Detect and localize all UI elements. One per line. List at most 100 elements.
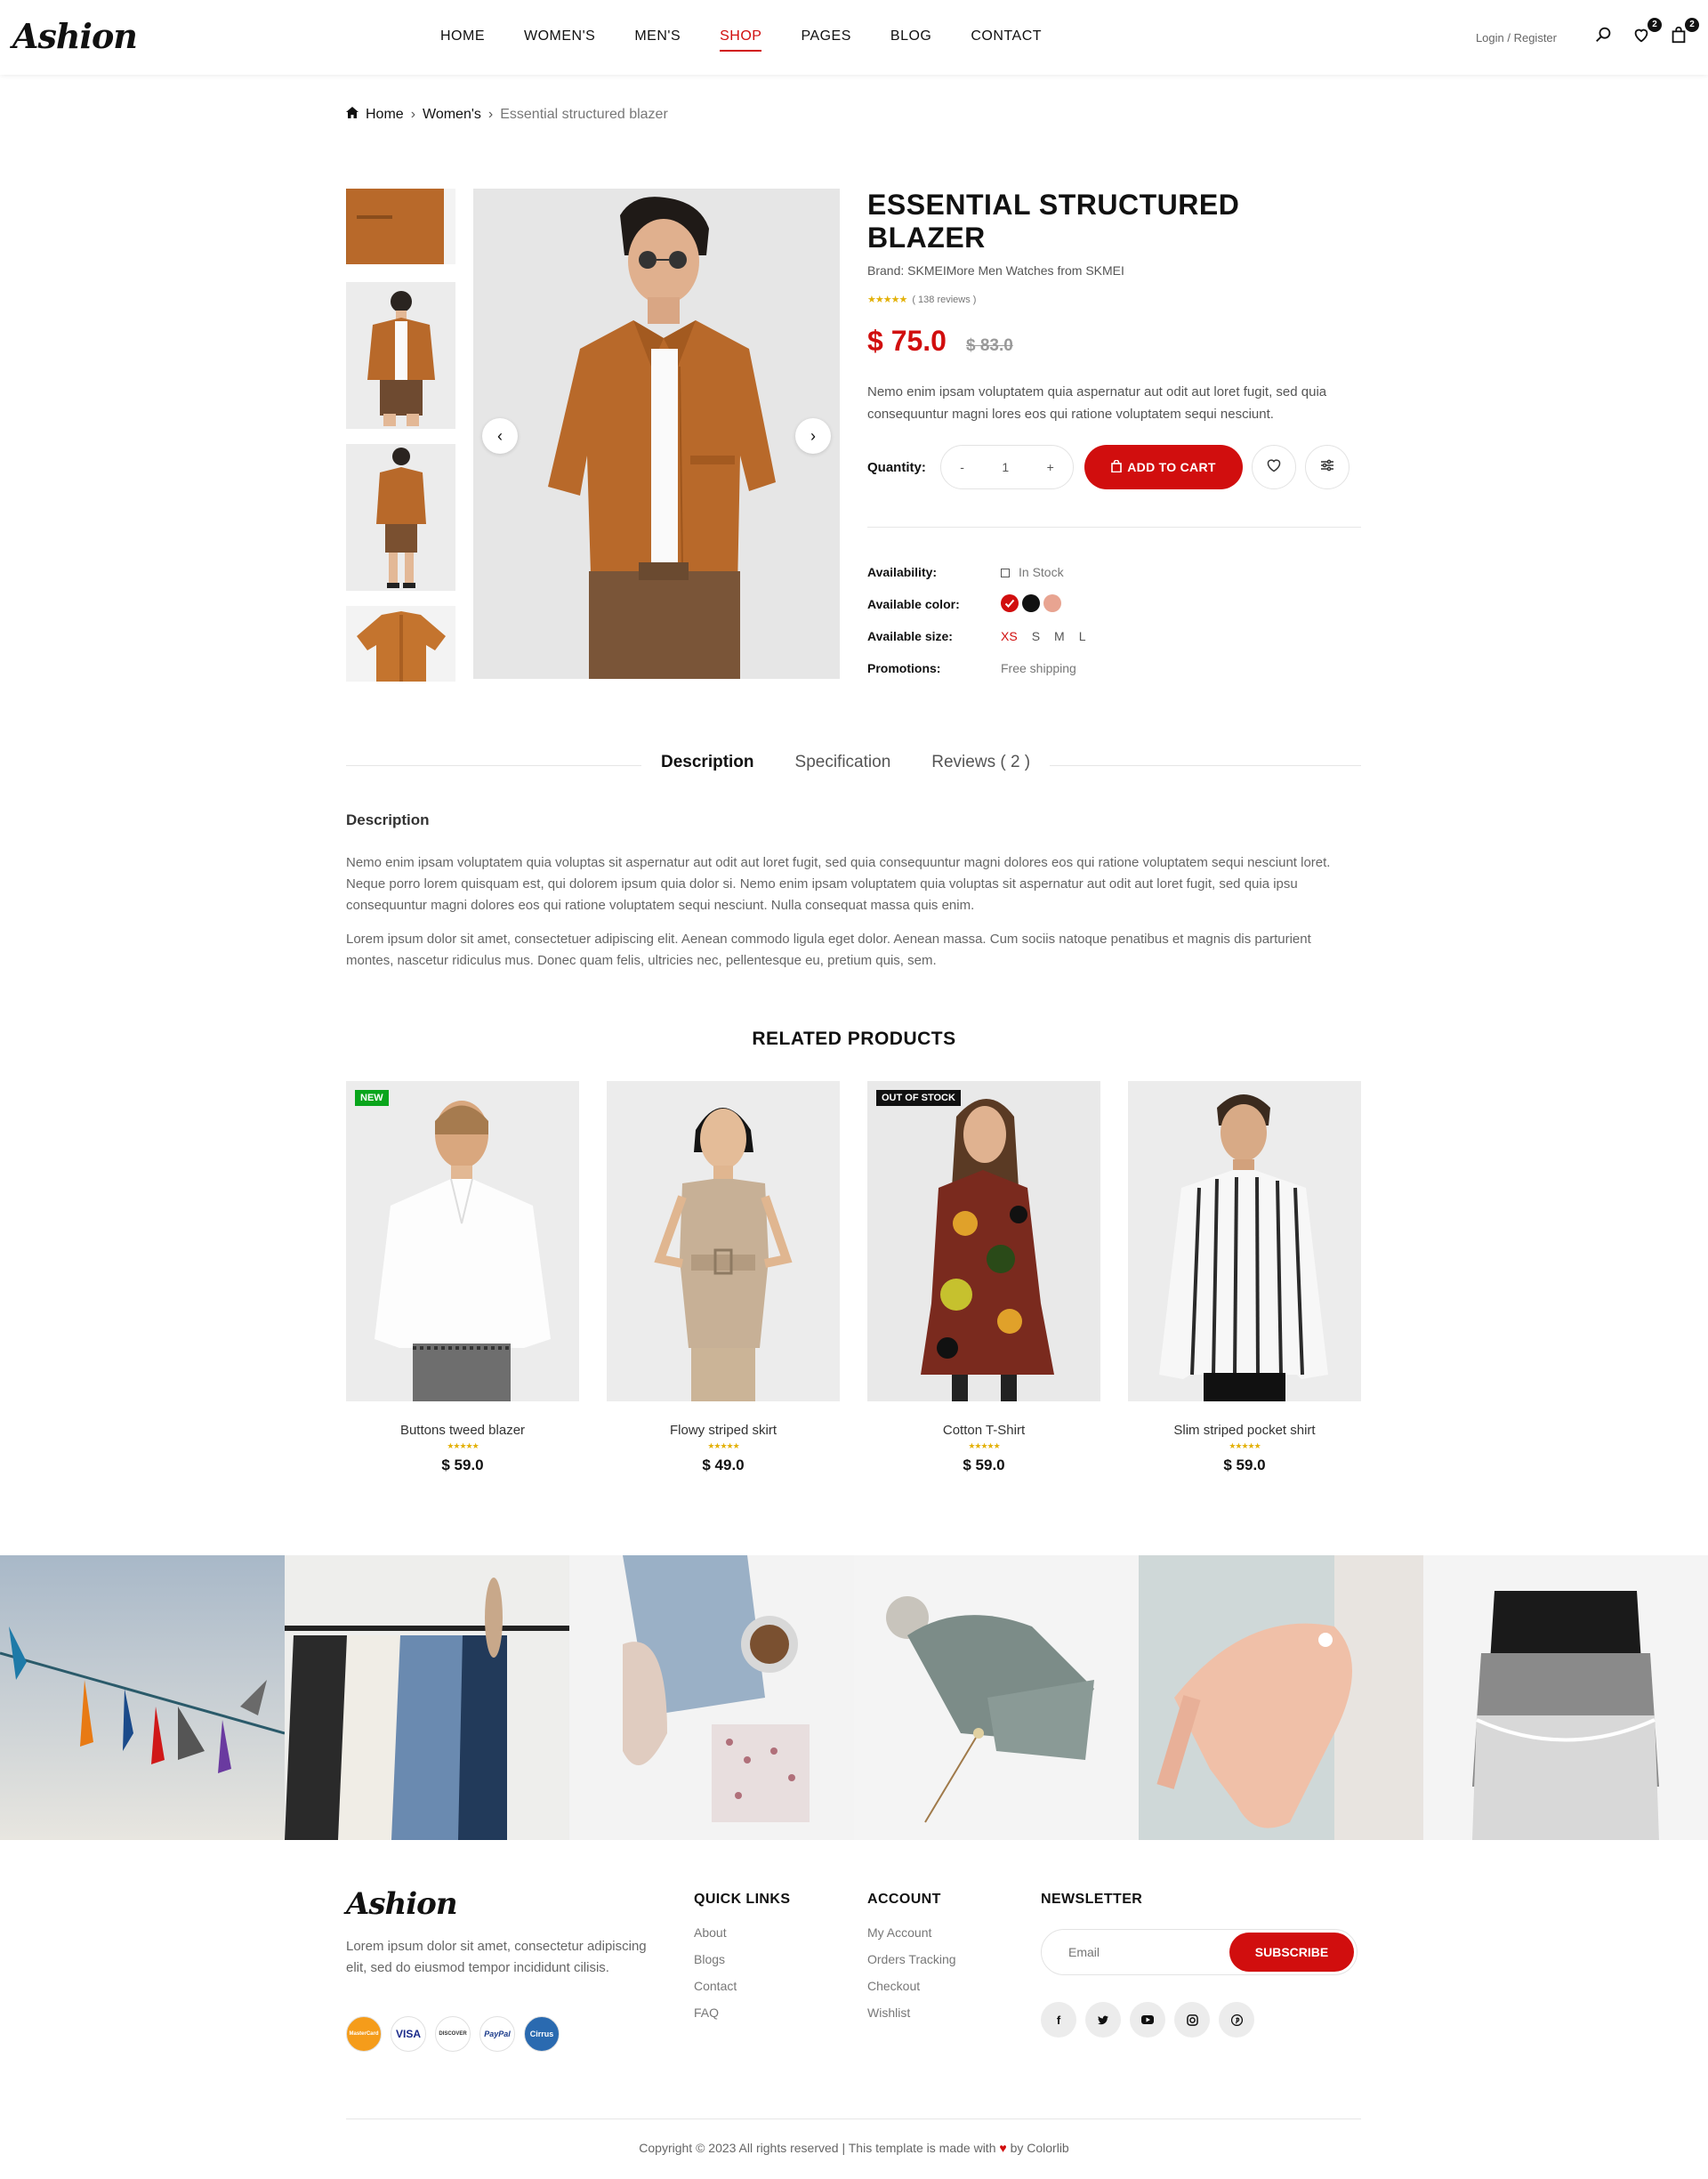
header-actions: Login / Register 2 2 xyxy=(1476,18,1699,50)
footer-link-my-account[interactable]: My Account xyxy=(867,1925,956,1940)
quantity-decrease-button[interactable]: - xyxy=(960,460,964,474)
gallery-image[interactable] xyxy=(854,1555,1139,1840)
product-thumbnail[interactable] xyxy=(346,189,455,264)
payment-label: MasterCard xyxy=(349,2031,379,2037)
site-logo[interactable]: Ashion xyxy=(12,16,138,56)
add-to-cart-label: ADD TO CART xyxy=(1127,460,1216,474)
product-card-image[interactable]: OUT OF STOCK xyxy=(867,1081,1100,1401)
gallery-image[interactable] xyxy=(569,1555,854,1840)
twitter-icon[interactable] xyxy=(1085,2002,1121,2038)
search-icon[interactable] xyxy=(1594,25,1619,50)
prev-image-button[interactable]: ‹ xyxy=(482,418,518,454)
availability-row: Availability: In Stock xyxy=(867,556,1361,588)
gallery-image[interactable] xyxy=(0,1555,285,1840)
pinterest-icon[interactable] xyxy=(1219,2002,1254,2038)
product-old-price: $ 83.0 xyxy=(965,336,1013,355)
footer-logo[interactable]: Ashion xyxy=(346,1886,458,1922)
quantity-increase-button[interactable]: + xyxy=(1047,460,1054,474)
payment-methods: MasterCard VISA DISCOVER PayPal Cirrus xyxy=(346,2016,568,2052)
nav-womens[interactable]: WOMEN'S xyxy=(524,28,595,52)
footer-link-faq[interactable]: FAQ xyxy=(694,2005,790,2020)
quantity-stepper: - 1 + xyxy=(940,445,1074,489)
breadcrumb-home[interactable]: Home xyxy=(366,107,404,123)
next-image-button[interactable]: › xyxy=(795,418,831,454)
gallery-image[interactable] xyxy=(1139,1555,1423,1840)
nav-shop[interactable]: SHOP xyxy=(720,28,762,52)
footer-divider xyxy=(346,2118,1361,2119)
nav-pages[interactable]: PAGES xyxy=(801,28,850,52)
footer-link-contact[interactable]: Contact xyxy=(694,1979,790,1993)
quantity-input[interactable]: 1 xyxy=(1002,460,1009,474)
footer-link-about[interactable]: About xyxy=(694,1925,790,1940)
nav-home[interactable]: HOME xyxy=(440,28,485,52)
copyright-credit[interactable]: by Colorlib xyxy=(1011,2141,1069,2155)
wishlist-count-badge: 2 xyxy=(1648,18,1662,32)
instagram-icon[interactable] xyxy=(1174,2002,1210,2038)
color-swatch[interactable] xyxy=(1043,593,1061,612)
chevron-right-icon: › xyxy=(487,107,494,122)
product-card[interactable]: Flowy striped skirt ★★★★★ $ 49.0 xyxy=(607,1081,840,1474)
wishlist-heart-icon[interactable]: 2 xyxy=(1631,18,1662,50)
add-to-cart-button[interactable]: ADD TO CART xyxy=(1084,445,1243,489)
footer-link-checkout[interactable]: Checkout xyxy=(867,1979,956,1993)
color-swatch[interactable] xyxy=(1022,593,1040,612)
size-option[interactable]: M xyxy=(1054,629,1065,643)
gallery-image[interactable] xyxy=(285,1555,569,1840)
nav-mens[interactable]: MEN'S xyxy=(634,28,681,52)
newsletter-form: SUBSCRIBE xyxy=(1041,1929,1358,1975)
product-card-image[interactable] xyxy=(1128,1081,1361,1401)
add-to-wishlist-button[interactable] xyxy=(1252,445,1296,489)
breadcrumb-category[interactable]: Women's xyxy=(423,107,481,123)
color-swatches xyxy=(1001,593,1065,615)
stock-checkbox[interactable] xyxy=(1001,569,1010,578)
nav-blog[interactable]: BLOG xyxy=(890,28,931,52)
paypal-icon: PayPal xyxy=(479,2016,515,2052)
subscribe-button[interactable]: SUBSCRIBE xyxy=(1229,1933,1354,1972)
product-thumbnail[interactable] xyxy=(346,606,455,682)
login-register-link[interactable]: Login / Register xyxy=(1476,31,1557,44)
facebook-icon[interactable]: f xyxy=(1041,2002,1076,2038)
youtube-icon[interactable] xyxy=(1130,2002,1165,2038)
newsletter-email-input[interactable] xyxy=(1042,1945,1229,1959)
size-option[interactable]: S xyxy=(1032,629,1040,643)
product-card[interactable]: OUT OF STOCK Cotton T-Shirt ★★★★★ $ 59.0 xyxy=(867,1081,1100,1474)
product-card-image[interactable] xyxy=(607,1081,840,1401)
product-card-price: $ 49.0 xyxy=(702,1457,745,1473)
nav-contact[interactable]: CONTACT xyxy=(971,28,1042,52)
product-card[interactable]: Slim striped pocket shirt ★★★★★ $ 59.0 xyxy=(1128,1081,1361,1474)
compare-button[interactable] xyxy=(1305,445,1349,489)
product-card-name[interactable]: Slim striped pocket shirt xyxy=(1128,1423,1361,1438)
product-card[interactable]: NEW Buttons tweed blazer ★★★★★ $ 59.0 xyxy=(346,1081,579,1474)
footer-link-wishlist[interactable]: Wishlist xyxy=(867,2005,956,2020)
product-thumbnail[interactable] xyxy=(346,282,455,429)
home-icon xyxy=(346,107,359,123)
product-meta: Availability: In Stock Available color: … xyxy=(867,556,1361,684)
product-price: $ 75.0 xyxy=(867,325,947,357)
footer-link-blogs[interactable]: Blogs xyxy=(694,1952,790,1966)
discover-icon: DISCOVER xyxy=(435,2016,471,2052)
gallery-image[interactable] xyxy=(1423,1555,1708,1840)
product-card-image[interactable]: NEW xyxy=(346,1081,579,1401)
review-count[interactable]: ( 138 reviews ) xyxy=(912,295,976,305)
cart-count-badge: 2 xyxy=(1685,18,1699,32)
description-heading: Description xyxy=(346,811,430,828)
footer-link-orders-tracking[interactable]: Orders Tracking xyxy=(867,1952,956,1966)
color-swatch[interactable] xyxy=(1001,593,1019,612)
product-card-name[interactable]: Cotton T-Shirt xyxy=(867,1423,1100,1438)
cart-bag-icon[interactable]: 2 xyxy=(1669,18,1699,50)
product-card-name[interactable]: Buttons tweed blazer xyxy=(346,1423,579,1438)
tab-reviews[interactable]: Reviews ( 2 ) xyxy=(931,753,1030,772)
tab-specification[interactable]: Specification xyxy=(795,753,891,772)
payment-label: Cirrus xyxy=(529,2030,554,2038)
size-options: XS S M L xyxy=(1001,629,1100,643)
availability-label: Availability: xyxy=(867,565,938,579)
main-nav: HOME WOMEN'S MEN'S SHOP PAGES BLOG CONTA… xyxy=(440,28,1081,52)
size-option[interactable]: L xyxy=(1079,629,1086,643)
product-card-name[interactable]: Flowy striped skirt xyxy=(607,1423,840,1438)
tab-description[interactable]: Description xyxy=(661,753,754,772)
product-thumbnail[interactable] xyxy=(346,444,455,591)
size-option[interactable]: XS xyxy=(1001,629,1018,643)
instagram-gallery xyxy=(0,1555,1708,1840)
product-card-price: $ 59.0 xyxy=(441,1457,484,1473)
size-label: Available size: xyxy=(867,629,953,643)
